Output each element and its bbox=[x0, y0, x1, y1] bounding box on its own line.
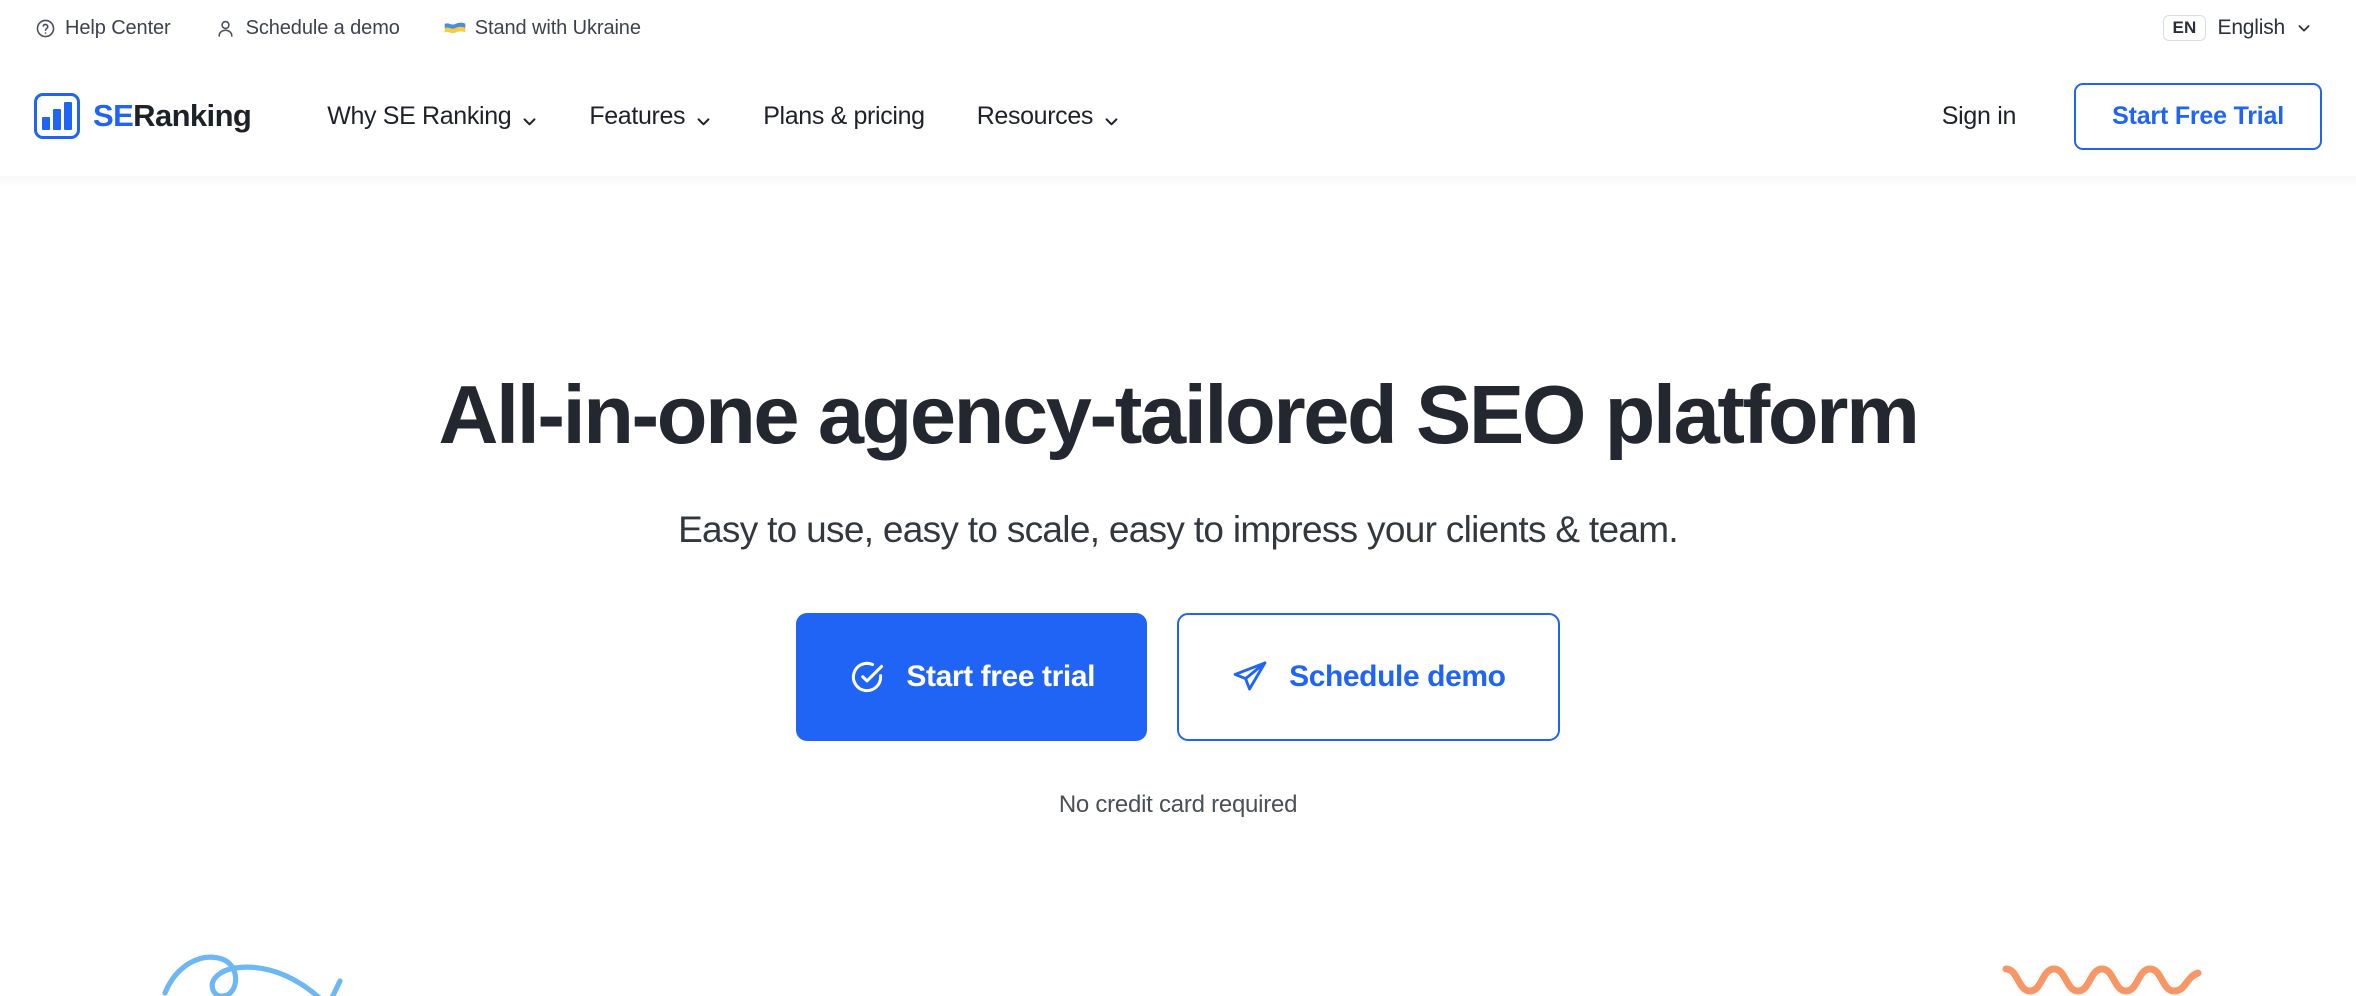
logo-wordmark: SERanking bbox=[93, 98, 252, 134]
paper-plane-icon bbox=[1231, 658, 1269, 696]
curly-arrow-decoration bbox=[160, 936, 375, 996]
logo-text-se: SE bbox=[93, 98, 134, 133]
language-select[interactable]: English bbox=[2218, 16, 2322, 40]
ukraine-flag-icon bbox=[444, 17, 466, 39]
chevron-down-icon bbox=[521, 108, 537, 126]
nav-label: Why SE Ranking bbox=[327, 101, 512, 130]
hero-cta-row: Start free trial Schedule demo bbox=[796, 612, 1560, 741]
nav-item-why-se-ranking[interactable]: Why SE Ranking bbox=[301, 92, 563, 141]
help-center-link[interactable]: Help Center bbox=[34, 17, 171, 40]
page-title: All-in-one agency-tailored SEO platform bbox=[438, 368, 1920, 461]
nav-label: Resources bbox=[976, 101, 1094, 130]
schedule-demo-label: Schedule a demo bbox=[245, 16, 400, 39]
nav-item-features[interactable]: Features bbox=[563, 92, 737, 141]
help-center-label: Help Center bbox=[65, 16, 171, 39]
sign-in-link[interactable]: Sign in bbox=[1914, 92, 2044, 141]
nav-item-resources[interactable]: Resources bbox=[951, 92, 1145, 141]
hero-subtitle: Easy to use, easy to scale, easy to impr… bbox=[678, 508, 1679, 550]
help-circle-icon bbox=[34, 17, 56, 39]
utility-links: Help Center Schedule a demo Stand with U… bbox=[34, 17, 641, 40]
wavy-line-decoration bbox=[2000, 951, 2210, 996]
chevron-down-icon bbox=[695, 108, 711, 126]
nav-label: Plans & pricing bbox=[763, 101, 925, 130]
nav-label: Features bbox=[589, 101, 686, 130]
user-icon bbox=[215, 17, 237, 39]
main-header: SERanking Why SE Ranking Features Plans … bbox=[0, 56, 2356, 188]
header-actions: Sign in Start Free Trial bbox=[1914, 82, 2322, 150]
language-name-label: English bbox=[2217, 16, 2286, 39]
language-code-badge[interactable]: EN bbox=[2163, 15, 2206, 41]
nav-item-plans-pricing[interactable]: Plans & pricing bbox=[737, 92, 951, 141]
hero-section: All-in-one agency-tailored SEO platform … bbox=[0, 176, 2356, 996]
start-free-trial-cta-label: Start free trial bbox=[906, 659, 1096, 693]
logo-text-ranking: Ranking bbox=[133, 98, 252, 133]
stand-with-ukraine-label: Stand with Ukraine bbox=[474, 16, 641, 39]
language-switcher[interactable]: EN English bbox=[2163, 15, 2322, 41]
primary-navigation: Why SE Ranking Features Plans & pricing … bbox=[301, 92, 1145, 141]
start-free-trial-cta[interactable]: Start free trial bbox=[796, 612, 1148, 741]
start-free-trial-button[interactable]: Start Free Trial bbox=[2074, 82, 2322, 150]
schedule-demo-cta[interactable]: Schedule demo bbox=[1177, 612, 1560, 741]
site-logo[interactable]: SERanking bbox=[34, 93, 252, 139]
chevron-down-icon bbox=[1103, 108, 1119, 126]
utility-bar: Help Center Schedule a demo Stand with U… bbox=[0, 0, 2356, 56]
bar-chart-logo-icon bbox=[34, 93, 80, 139]
schedule-demo-cta-label: Schedule demo bbox=[1289, 659, 1506, 693]
schedule-demo-link[interactable]: Schedule a demo bbox=[215, 17, 400, 40]
check-circle-icon bbox=[848, 658, 886, 696]
stand-with-ukraine-link[interactable]: Stand with Ukraine bbox=[444, 17, 641, 40]
chevron-down-icon bbox=[2296, 20, 2312, 36]
no-credit-card-note: No credit card required bbox=[1058, 790, 1298, 818]
